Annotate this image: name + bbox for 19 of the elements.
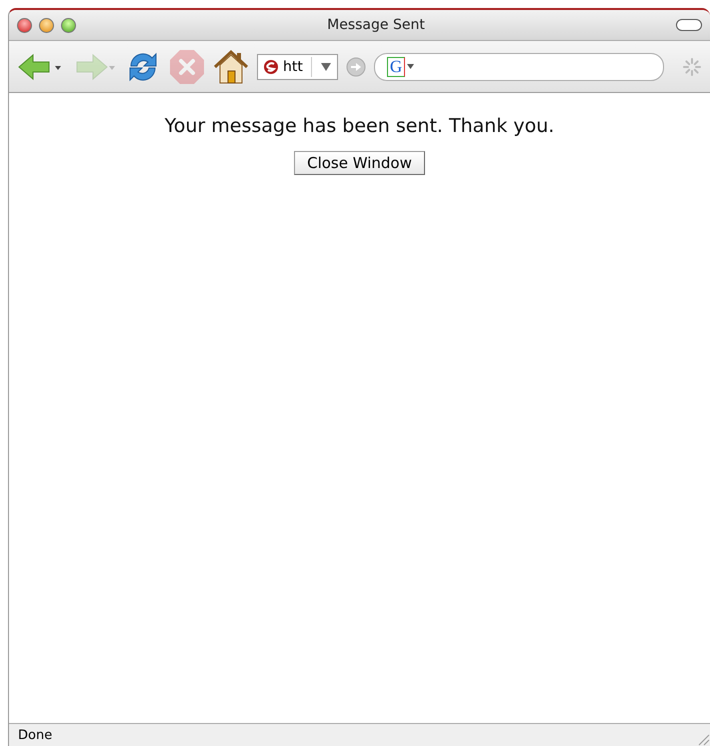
toolbar-toggle-icon[interactable] xyxy=(676,19,702,31)
confirmation-message: Your message has been sent. Thank you. xyxy=(164,115,554,137)
status-text: Done xyxy=(18,728,52,742)
caret-icon[interactable] xyxy=(407,64,414,69)
close-icon[interactable] xyxy=(17,18,32,32)
throbber-icon xyxy=(682,56,702,76)
site-icon xyxy=(263,58,279,74)
window-title: Message Sent xyxy=(326,17,426,33)
minimize-icon[interactable] xyxy=(39,18,54,32)
zoom-icon[interactable] xyxy=(61,18,76,32)
search-field[interactable]: G xyxy=(374,52,664,80)
go-icon[interactable] xyxy=(346,56,366,76)
home-icon[interactable] xyxy=(213,48,249,84)
resize-grip-icon[interactable] xyxy=(696,732,710,746)
close-window-button[interactable]: Close Window xyxy=(294,151,425,175)
dropdown-arrow-icon[interactable] xyxy=(320,62,332,72)
search-engine-logo[interactable]: G xyxy=(386,56,406,76)
back-arrow-icon[interactable] xyxy=(17,52,63,82)
url-field[interactable]: htt xyxy=(257,54,338,80)
